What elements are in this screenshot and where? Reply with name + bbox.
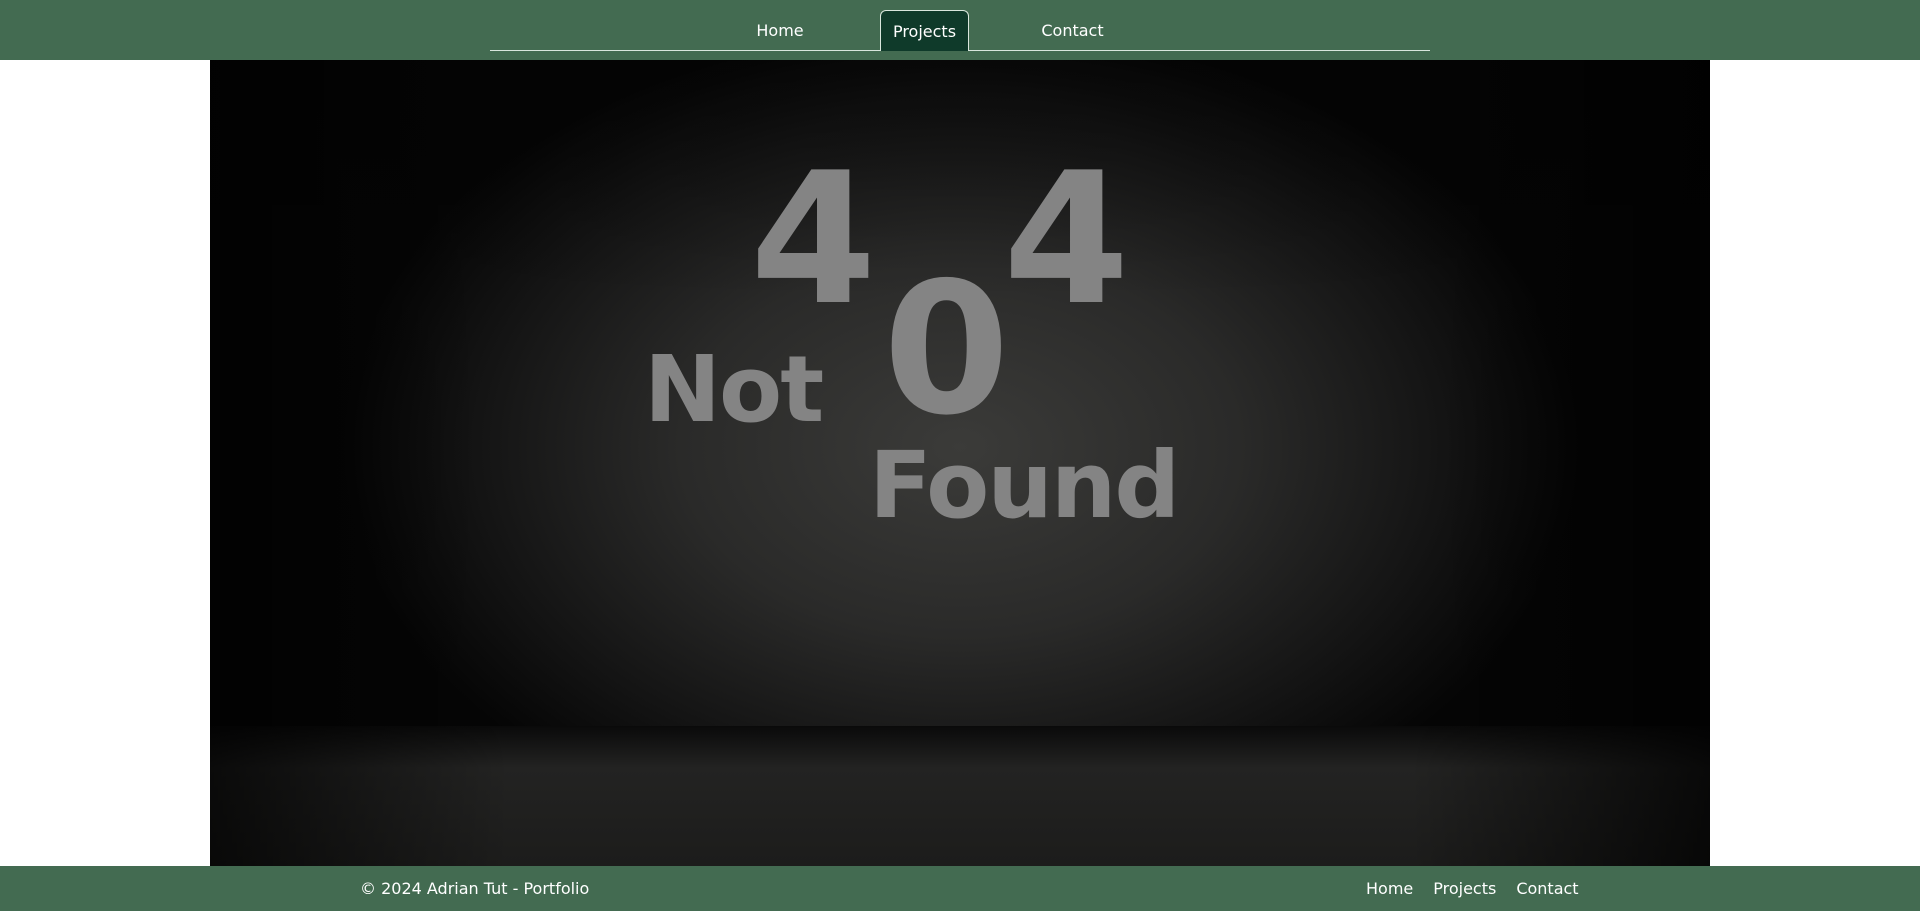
error-digit-right: 4	[1003, 133, 1130, 345]
error-word-found: Found	[869, 432, 1180, 539]
footer-navigation: Home Projects Contact	[1366, 866, 1579, 911]
not-found-hero: 4 0 4 Not Found	[210, 60, 1710, 866]
nav-link-contact[interactable]: Contact	[1035, 10, 1110, 51]
footer-copyright: © 2024 Adrian Tut - Portfolio	[360, 879, 590, 898]
error-digit-middle: 0	[883, 243, 1010, 455]
top-navigation-bar: Home Projects Contact	[0, 0, 1920, 60]
hero-floor-background	[210, 726, 1710, 866]
footer-link-home[interactable]: Home	[1366, 879, 1413, 898]
page-footer: © 2024 Adrian Tut - Portfolio Home Proje…	[0, 866, 1920, 911]
error-word-not: Not	[644, 336, 824, 443]
footer-link-projects[interactable]: Projects	[1433, 879, 1496, 898]
error-digit-left: 4	[750, 133, 877, 345]
nav-link-home[interactable]: Home	[745, 10, 815, 51]
footer-link-contact[interactable]: Contact	[1516, 879, 1578, 898]
nav-link-projects[interactable]: Projects	[880, 10, 969, 51]
